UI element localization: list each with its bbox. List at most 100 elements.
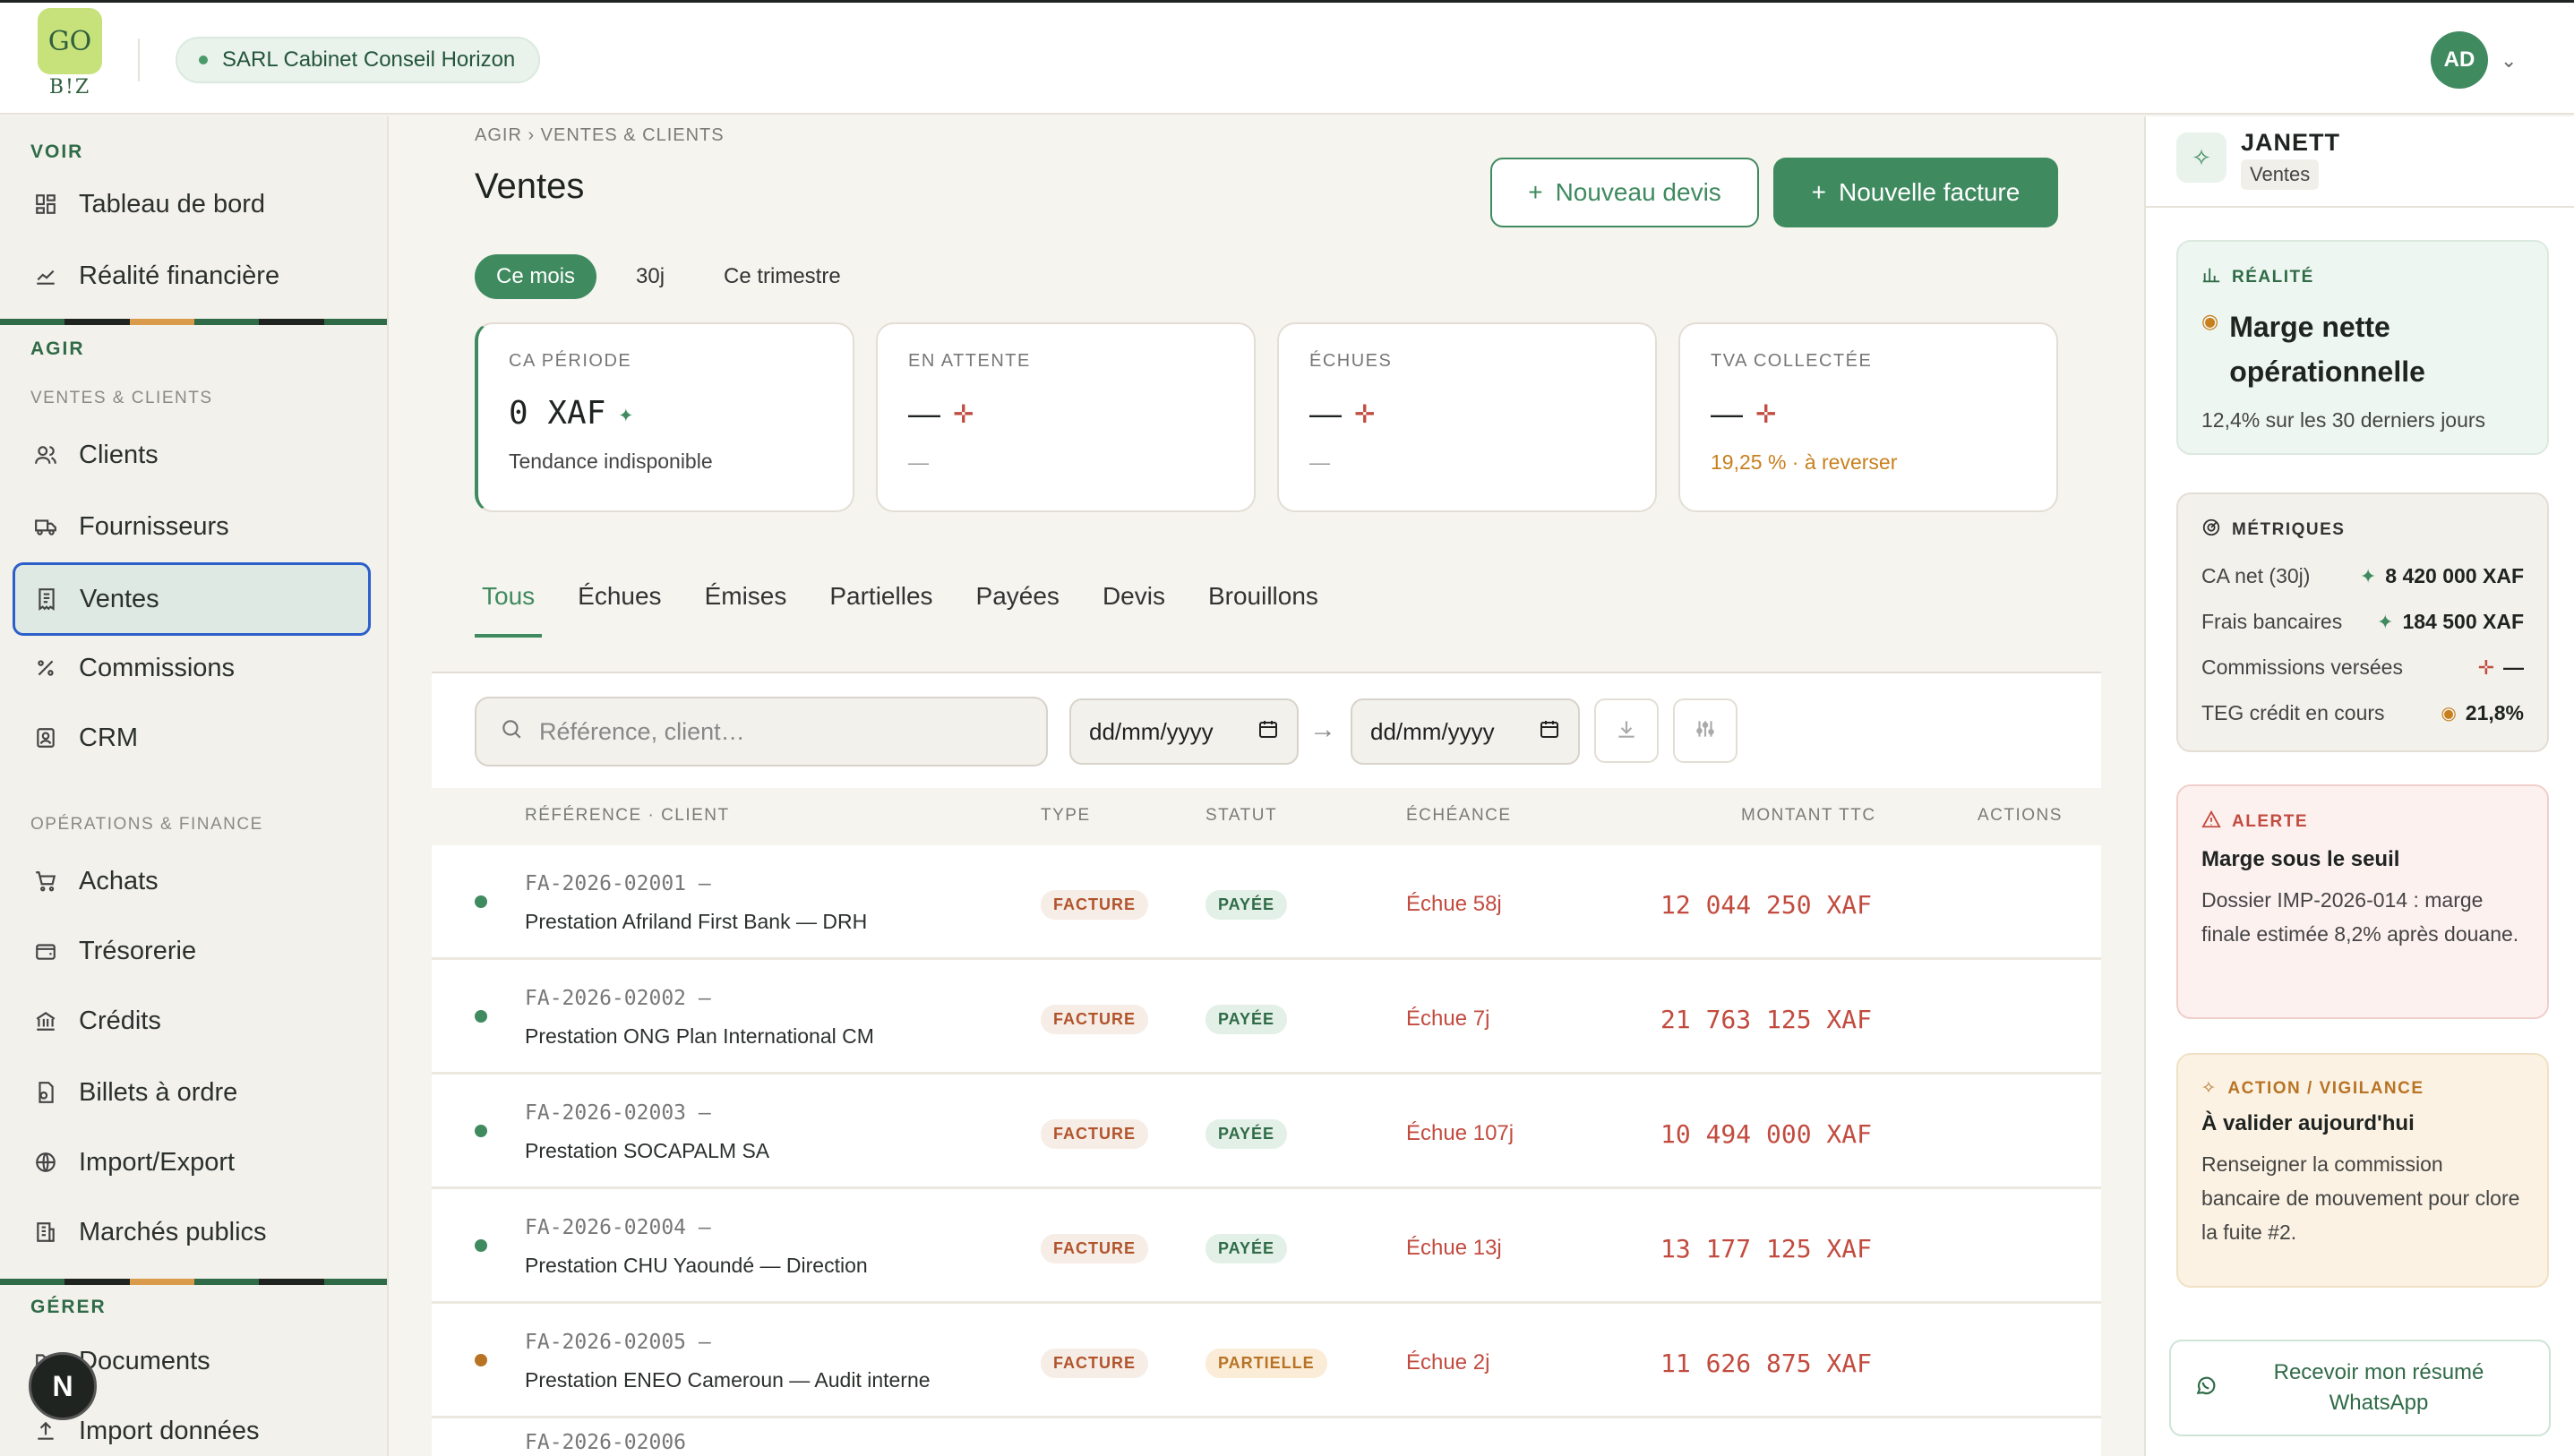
download-button[interactable]: [1594, 698, 1659, 763]
assistant-panel: ✧ JANETT Ventes RÉALITÉ ◉ Marge nette op…: [2144, 116, 2574, 1456]
sidebar-item-billets-a-ordre[interactable]: Billets à ordre: [14, 1058, 369, 1126]
date-to-input[interactable]: dd/mm/yyyy: [1351, 698, 1580, 765]
sidebar-item-label: Import données: [79, 1416, 260, 1445]
sidebar-item-crm[interactable]: CRM: [14, 704, 369, 772]
company-selector[interactable]: SARL Cabinet Conseil Horizon: [176, 37, 541, 83]
tab-echues[interactable]: Échues: [578, 582, 681, 638]
row-client: Prestation Afriland First Bank — DRH: [525, 910, 868, 933]
card-text: Renseigner la commission bancaire de mou…: [2201, 1152, 2520, 1244]
new-invoice-button[interactable]: + Nouvelle facture: [1773, 158, 2058, 227]
table-row[interactable]: FA-2026-02002 — Prestation ONG Plan Inte…: [432, 960, 2101, 1075]
table-row[interactable]: FA-2026-02003 — Prestation SOCAPALM SA F…: [432, 1075, 2101, 1189]
sidebar-item-import-export[interactable]: Import/Export: [14, 1128, 369, 1196]
whatsapp-summary-button[interactable]: Recevoir mon résumé WhatsApp: [2169, 1340, 2551, 1436]
sidebar-item-commissions[interactable]: Commissions: [14, 634, 369, 702]
kpi-card-ca-periode: CA PÉRIODE 0 XAF ✦ Tendance indisponible: [475, 322, 854, 512]
users-icon: [32, 441, 59, 468]
card-realite[interactable]: RÉALITÉ ◉ Marge nette opérationnelle 12,…: [2176, 240, 2549, 455]
card-metriques[interactable]: MÉTRIQUES CA net (30j) ✦ 8 420 000 XAF Fr…: [2176, 492, 2549, 752]
contact-book-icon: [32, 724, 59, 751]
sidebar-item-tableau-de-bord[interactable]: Tableau de bord: [14, 170, 369, 238]
card-alerte[interactable]: ALERTE Marge sous le seuil Dossier IMP-2…: [2176, 784, 2549, 1019]
type-badge: FACTURE: [1041, 890, 1148, 920]
kpi-label: EN ATTENTE: [908, 351, 1031, 371]
type-badge: FACTURE: [1041, 1119, 1148, 1149]
sidebar-item-credits[interactable]: Crédits: [14, 987, 369, 1055]
assistant-name: JANETT: [2241, 129, 2341, 156]
new-quote-button[interactable]: + Nouveau devis: [1490, 158, 1759, 227]
table-row[interactable]: FA-2026-02001 — Prestation Afriland Firs…: [432, 845, 2101, 960]
date-from-input[interactable]: dd/mm/yyyy: [1069, 698, 1299, 765]
sparkle-icon: ✛: [2477, 655, 2494, 679]
row-client: Prestation ONG Plan International CM: [525, 1024, 874, 1048]
sidebar-item-label: Ventes: [80, 584, 159, 613]
tab-tous[interactable]: Tous: [475, 582, 543, 638]
sidebar-item-achats[interactable]: Achats: [14, 847, 369, 915]
tab-brouillons[interactable]: Brouillons: [1208, 582, 1338, 638]
column-reference[interactable]: RÉFÉRENCE · CLIENT: [525, 806, 730, 826]
tab-payees[interactable]: Payées: [976, 582, 1079, 638]
sidebar-item-label: Crédits: [79, 1006, 161, 1035]
globe-icon: [32, 1149, 59, 1176]
percent-icon: [32, 655, 59, 681]
column-montant[interactable]: MONTANT TTC: [1741, 806, 1876, 826]
table-header: RÉFÉRENCE · CLIENT TYPE STATUT ÉCHÉANCE …: [432, 788, 2101, 845]
assistant-context-tag: Ventes: [2241, 159, 2320, 190]
row-amount: 21 763 125 XAF: [1660, 1005, 1873, 1034]
kpi-value: — ✛: [1309, 395, 1376, 432]
kpi-card-en-attente: EN ATTENTE — ✛ —: [876, 322, 1256, 512]
status-badge: PAYÉE: [1205, 1005, 1288, 1034]
sidebar-item-tresorerie[interactable]: Trésorerie: [14, 917, 369, 985]
period-this-month[interactable]: Ce mois: [475, 254, 597, 299]
row-client: Prestation SOCAPALM SA: [525, 1139, 770, 1162]
tab-partielles[interactable]: Partielles: [829, 582, 952, 638]
type-badge: FACTURE: [1041, 1234, 1148, 1263]
calendar-icon[interactable]: [1539, 718, 1560, 746]
type-badge: FACTURE: [1041, 1005, 1148, 1034]
table-row[interactable]: FA-2026-02006: [432, 1418, 2101, 1456]
sparkle-icon: ✦: [2377, 610, 2394, 633]
calendar-icon[interactable]: [1257, 718, 1279, 746]
table-row[interactable]: FA-2026-02005 — Prestation ENEO Cameroun…: [432, 1304, 2101, 1418]
sidebar-item-fournisseurs[interactable]: Fournisseurs: [14, 492, 369, 561]
kpi-value: 0 XAF ✦: [509, 395, 634, 432]
period-30d[interactable]: 30j: [614, 254, 686, 299]
column-type[interactable]: TYPE: [1041, 806, 1091, 826]
column-statut[interactable]: STATUT: [1205, 806, 1277, 826]
kpi-value: — ✛: [908, 395, 974, 432]
row-reference: FA-2026-02003 —: [525, 1101, 711, 1125]
metric-ca-net: CA net (30j) ✦ 8 420 000 XAF: [2201, 564, 2524, 587]
sidebar-item-realite-financiere[interactable]: Réalité financière: [14, 242, 369, 310]
sparkle-icon: ✛: [953, 399, 974, 428]
kpi-sub: —: [1309, 450, 1330, 474]
sidebar-item-label: Trésorerie: [79, 936, 197, 965]
bar-chart-icon: [2201, 265, 2221, 290]
period-this-quarter[interactable]: Ce trimestre: [702, 254, 862, 299]
main-content: AGIR › VENTES & CLIENTS Ventes + Nouveau…: [390, 116, 2144, 1456]
sidebar-item-label: Réalité financière: [79, 261, 280, 290]
card-action-vigilance[interactable]: ✧ ACTION / VIGILANCE À valider aujourd'h…: [2176, 1053, 2549, 1288]
search-input[interactable]: Référence, client…: [475, 697, 1048, 767]
app-logo[interactable]: GO: [38, 8, 102, 74]
table-row[interactable]: FA-2026-02004 — Prestation CHU Yaoundé —…: [432, 1189, 2101, 1304]
sidebar-stripe: [0, 319, 387, 325]
user-avatar[interactable]: AD: [2431, 31, 2488, 89]
tab-emises[interactable]: Émises: [705, 582, 807, 638]
sidebar-item-clients[interactable]: Clients: [14, 421, 369, 489]
row-amount: 13 177 125 XAF: [1660, 1234, 1873, 1263]
sidebar-item-marches-publics[interactable]: Marchés publics: [14, 1198, 369, 1266]
gauge-icon: [2201, 518, 2221, 543]
floating-n-badge[interactable]: N: [29, 1352, 97, 1420]
row-reference: FA-2026-02004 —: [525, 1216, 711, 1239]
status-dot: [475, 895, 487, 908]
column-echeance[interactable]: ÉCHÉANCE: [1406, 806, 1512, 826]
card-title: Marge sous le seuil: [2201, 847, 2400, 871]
tab-devis[interactable]: Devis: [1103, 582, 1185, 638]
row-reference: FA-2026-02001 —: [525, 872, 711, 895]
chevron-down-icon[interactable]: ⌄: [2501, 49, 2517, 73]
metric-frais-bancaires: Frais bancaires ✦ 184 500 XAF: [2201, 610, 2524, 633]
sidebar-item-label: Achats: [79, 866, 159, 895]
filter-settings-button[interactable]: [1673, 698, 1737, 763]
column-actions: ACTIONS: [1978, 806, 2063, 825]
sidebar-item-ventes[interactable]: Ventes: [13, 562, 371, 636]
